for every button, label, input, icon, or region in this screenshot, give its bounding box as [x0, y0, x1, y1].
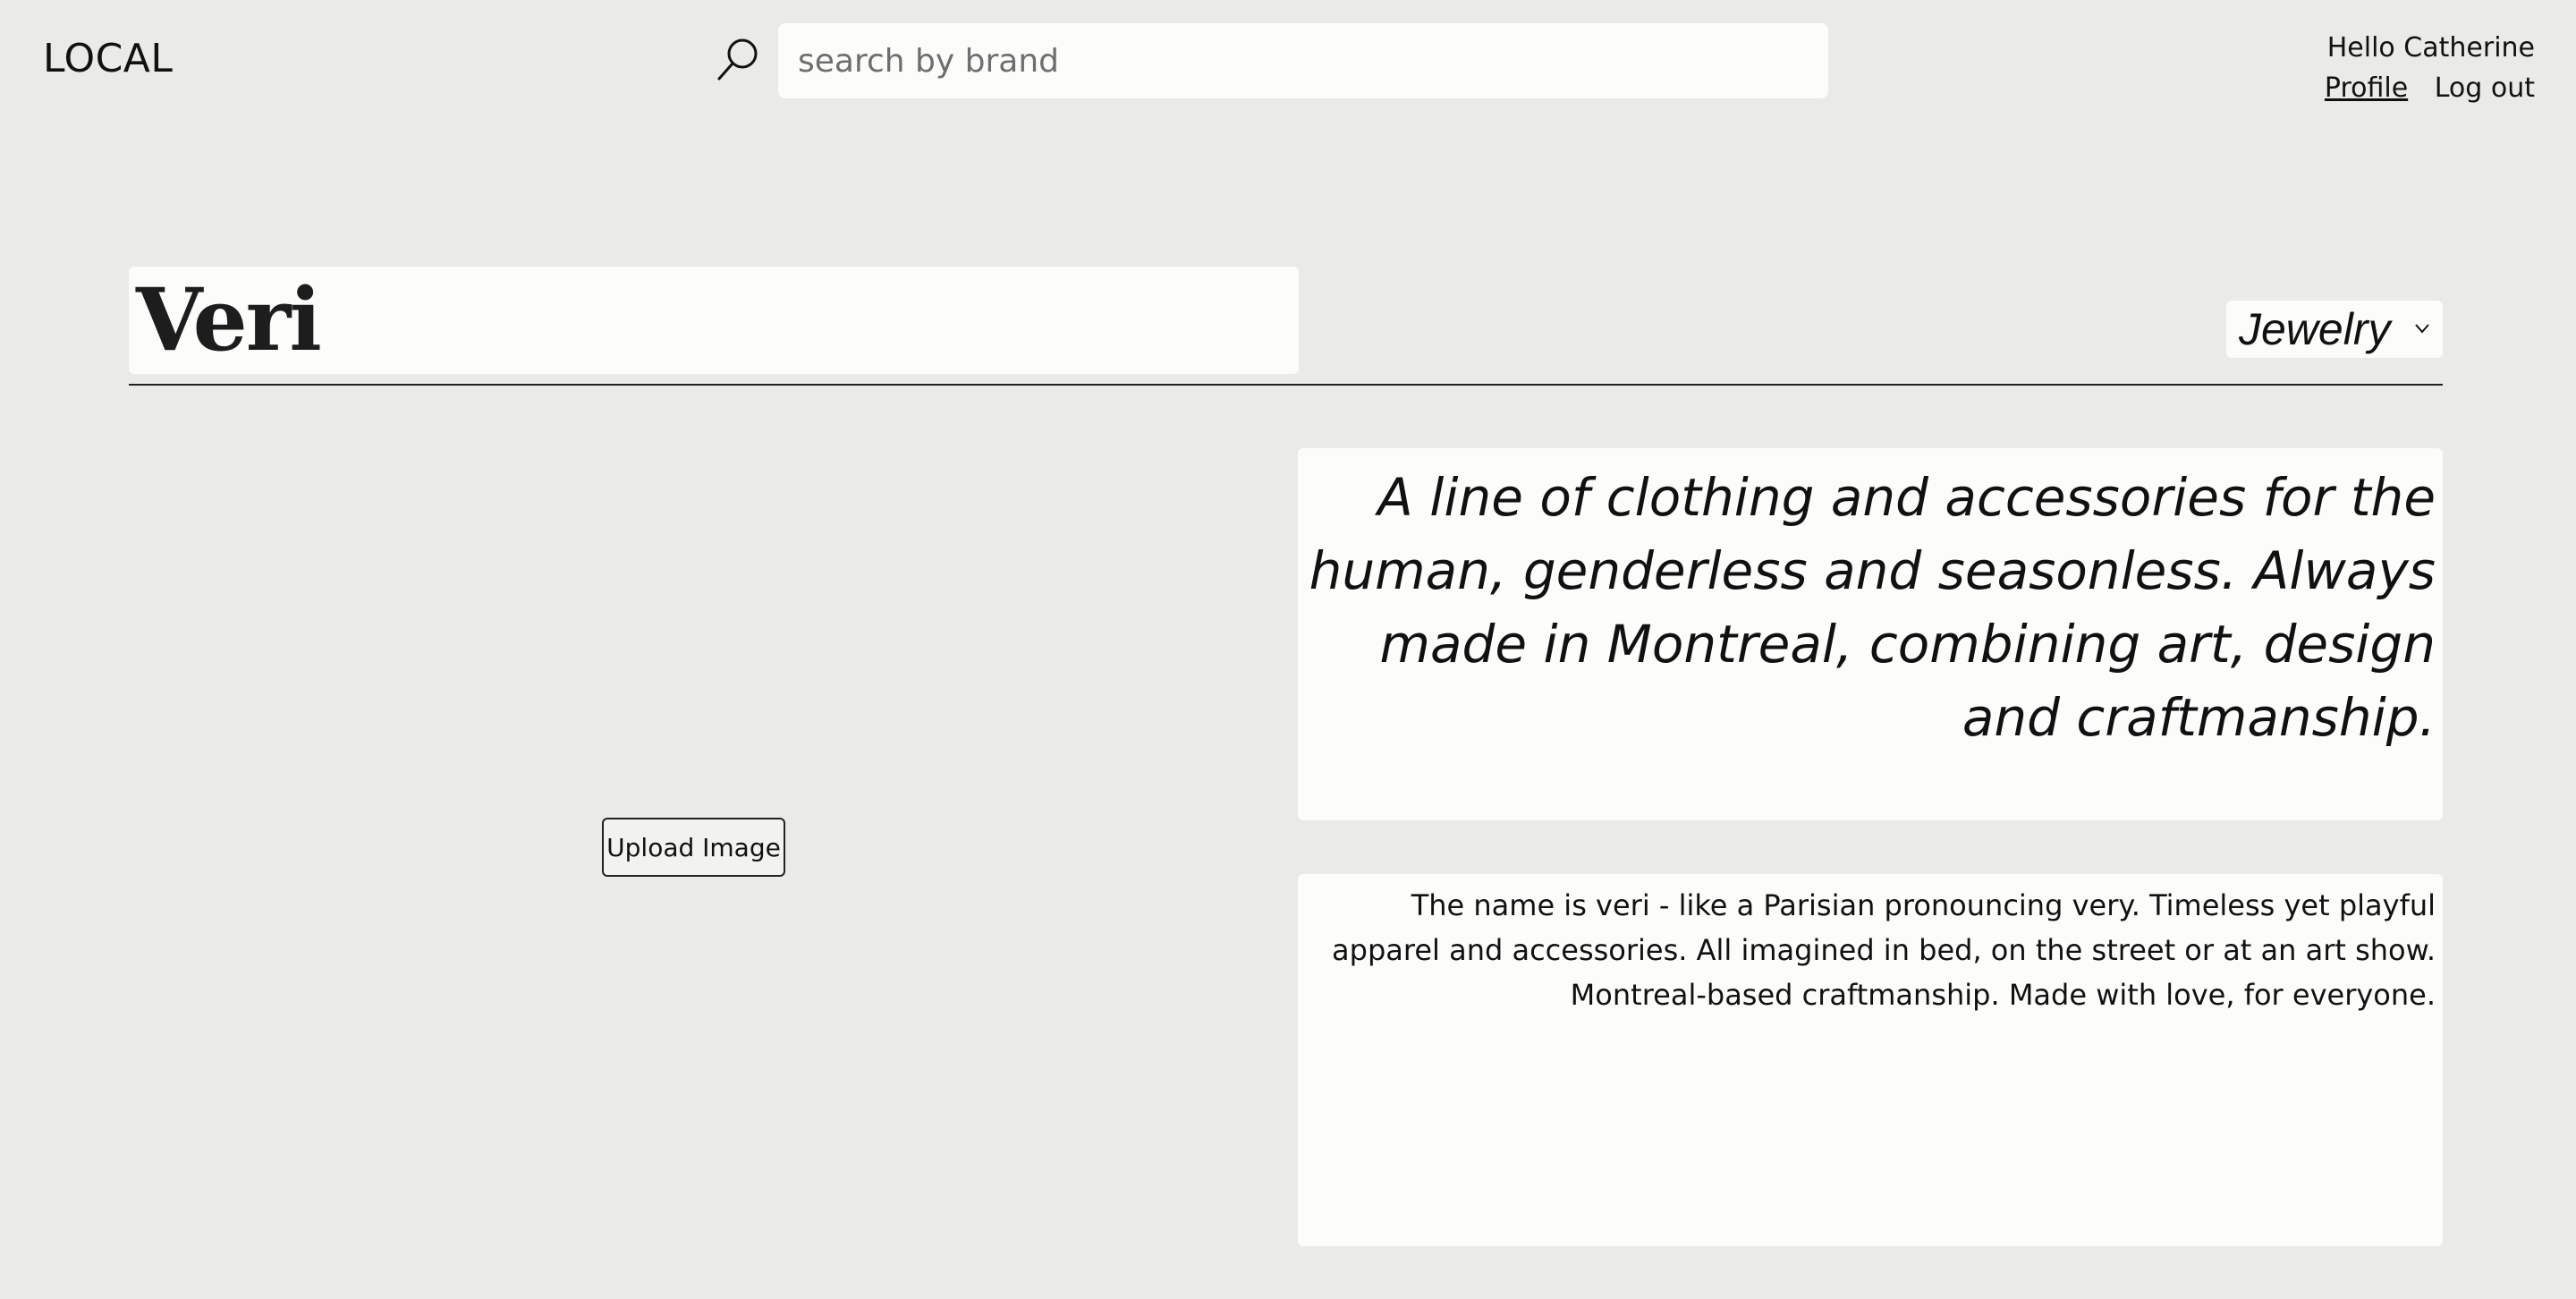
header-divider — [129, 384, 2443, 386]
search-icon[interactable] — [716, 36, 760, 82]
brand-tagline-field[interactable]: A line of clothing and accessories for t… — [1298, 448, 2443, 820]
user-menu: Hello Catherine Profile Log out — [2307, 32, 2535, 104]
category-selected-value: Jewelry — [2239, 304, 2391, 354]
search-input[interactable] — [778, 23, 1828, 98]
chevron-down-icon — [2415, 324, 2429, 334]
category-select[interactable]: Jewelry — [2226, 301, 2443, 358]
user-greeting: Hello Catherine — [2326, 32, 2535, 64]
user-links: Profile Log out — [2307, 72, 2535, 104]
profile-link[interactable]: Profile — [2325, 72, 2408, 104]
app-logo[interactable]: LOCAL — [43, 36, 173, 81]
brand-description-field[interactable]: The name is veri - like a Parisian prono… — [1298, 874, 2443, 1246]
brand-name-field[interactable]: Veri — [129, 267, 1299, 374]
upload-image-button[interactable]: Upload Image — [602, 818, 785, 877]
logout-link[interactable]: Log out — [2435, 72, 2535, 104]
